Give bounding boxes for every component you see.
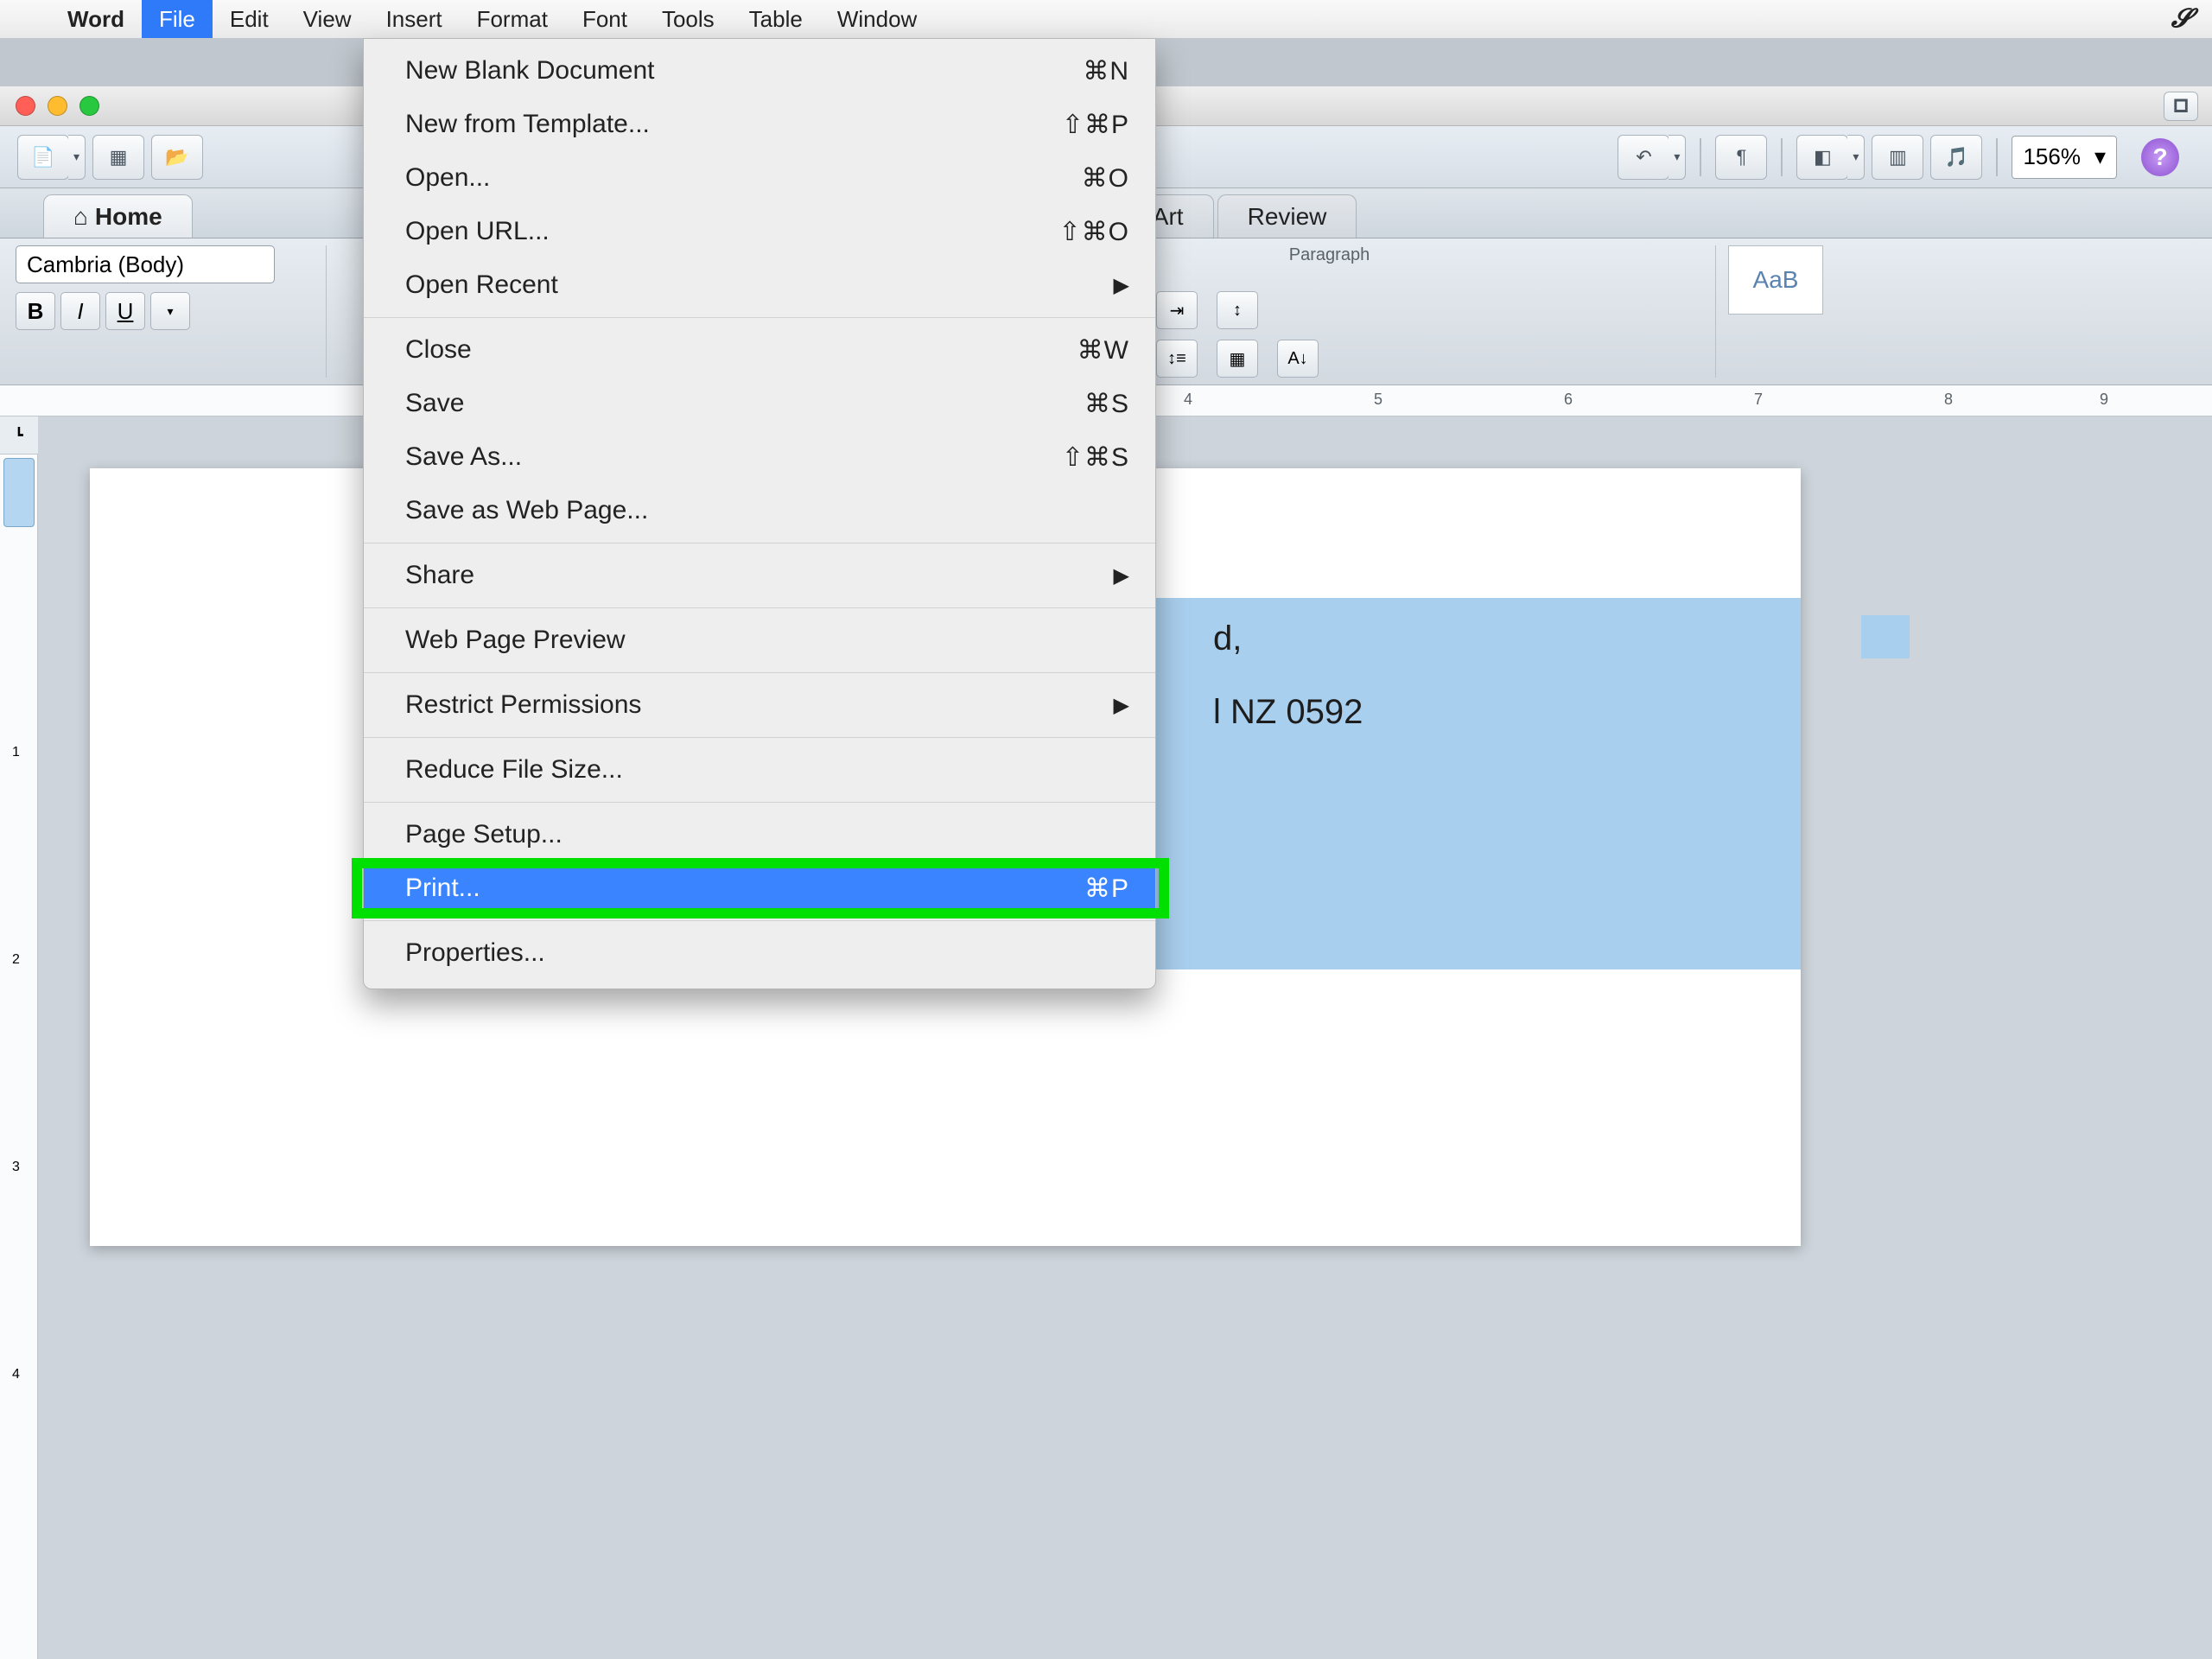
tab-home[interactable]: ⌂ Home (43, 194, 193, 238)
vertical-ruler[interactable]: ┗ 1 2 3 4 (0, 416, 38, 1659)
undo-button[interactable]: ↶ (1618, 135, 1669, 180)
minimize-window-icon[interactable] (48, 96, 67, 116)
menu-table[interactable]: Table (732, 0, 820, 38)
menu-item-open-recent[interactable]: Open Recent▶ (364, 258, 1155, 312)
close-window-icon[interactable] (16, 96, 35, 116)
italic-button[interactable]: I (60, 292, 100, 330)
menu-format[interactable]: Format (460, 0, 565, 38)
templates-button[interactable]: ▦ (92, 135, 144, 180)
menu-insert[interactable]: Insert (369, 0, 460, 38)
zoom-window-icon[interactable] (79, 96, 99, 116)
help-button[interactable]: ? (2141, 138, 2179, 176)
menu-item-restrict-permissions[interactable]: Restrict Permissions▶ (364, 678, 1155, 732)
tab-review[interactable]: Review (1217, 194, 1357, 238)
menu-app-name[interactable]: Word (50, 0, 142, 38)
submenu-arrow-icon: ▶ (1114, 273, 1129, 298)
script-menu-icon[interactable]: 𝓢 (2171, 4, 2191, 34)
home-icon: ⌂ (73, 203, 88, 231)
menu-edit[interactable]: Edit (213, 0, 286, 38)
open-button[interactable]: 📂 (151, 135, 203, 180)
underline-button[interactable]: U (105, 292, 145, 330)
menu-item-close[interactable]: Close⌘W (364, 323, 1155, 377)
menu-item-share[interactable]: Share▶ (364, 549, 1155, 602)
submenu-arrow-icon: ▶ (1114, 563, 1129, 588)
doc-line1: d, (1213, 620, 1242, 658)
submenu-arrow-icon: ▶ (1114, 693, 1129, 718)
increase-indent-button[interactable]: ⇥ (1156, 291, 1198, 329)
toolbox-icon[interactable]: 🞒 (2164, 92, 2198, 121)
menu-item-save-as[interactable]: Save As...⇧⌘S (364, 430, 1155, 484)
sort-button[interactable]: A↓ (1277, 340, 1319, 378)
file-menu-dropdown: New Blank Document⌘NNew from Template...… (363, 38, 1156, 989)
menu-item-web-page-preview[interactable]: Web Page Preview (364, 613, 1155, 667)
style-normal[interactable]: AaB (1728, 245, 1823, 315)
mac-menu-bar: Word File Edit View Insert Format Font T… (0, 0, 2212, 38)
menu-item-new-blank-document[interactable]: New Blank Document⌘N (364, 44, 1155, 98)
menu-item-print[interactable]: Print...⌘P (364, 861, 1155, 915)
menu-item-page-setup[interactable]: Page Setup... (364, 808, 1155, 861)
menu-item-save[interactable]: Save⌘S (364, 377, 1155, 430)
ribbon-styles-group: AaB (1728, 245, 1835, 378)
doc-line2: l NZ 0592 (1213, 693, 1363, 732)
menu-item-open[interactable]: Open...⌘O (364, 151, 1155, 205)
new-document-button[interactable]: 📄 (17, 135, 69, 180)
menu-file[interactable]: File (142, 0, 213, 38)
ribbon-font-group: Cambria (Body) B I U ▾ (16, 245, 327, 378)
sidebar-toggle-button[interactable]: ◧ (1796, 135, 1848, 180)
new-document-dropdown[interactable]: ▾ (68, 135, 86, 180)
font-family-select[interactable]: Cambria (Body) (16, 245, 275, 283)
undo-dropdown[interactable]: ▾ (1669, 135, 1686, 180)
menu-view[interactable]: View (286, 0, 369, 38)
zoom-select[interactable]: 156%▾ (2012, 136, 2117, 179)
menu-item-new-from-template[interactable]: New from Template...⇧⌘P (364, 98, 1155, 151)
menu-item-save-as-web-page[interactable]: Save as Web Page... (364, 484, 1155, 537)
underline-dropdown[interactable]: ▾ (150, 292, 190, 330)
text-selection-caret (1861, 615, 1910, 658)
tab-selector-icon[interactable]: ┗ (0, 416, 38, 454)
borders-button[interactable]: ▦ (1217, 340, 1258, 378)
bold-button[interactable]: B (16, 292, 55, 330)
menu-item-reduce-file-size[interactable]: Reduce File Size... (364, 743, 1155, 797)
toolbox-button[interactable]: ▥ (1872, 135, 1923, 180)
line-spacing-button[interactable]: ↕≡ (1156, 340, 1198, 378)
menu-tools[interactable]: Tools (645, 0, 732, 38)
menu-window[interactable]: Window (820, 0, 934, 38)
menu-item-open-url[interactable]: Open URL...⇧⌘O (364, 205, 1155, 258)
menu-item-properties[interactable]: Properties... (364, 926, 1155, 980)
text-direction-button[interactable]: ↕ (1217, 291, 1258, 329)
menu-font[interactable]: Font (565, 0, 645, 38)
show-formatting-button[interactable]: ¶ (1715, 135, 1767, 180)
traffic-lights (16, 96, 99, 116)
media-browser-button[interactable]: 🎵 (1930, 135, 1982, 180)
sidebar-dropdown[interactable]: ▾ (1847, 135, 1865, 180)
